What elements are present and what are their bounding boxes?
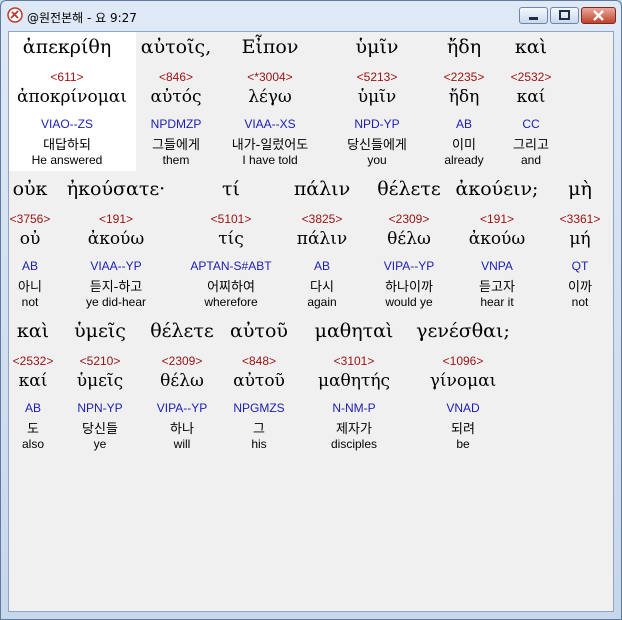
- word-english: would ye: [385, 295, 433, 309]
- close-button[interactable]: [581, 7, 616, 24]
- word-english: you: [367, 153, 387, 167]
- minimize-icon: [529, 17, 538, 20]
- word-korean: 되려: [451, 422, 475, 437]
- word-morph: VIAO--ZS: [40, 117, 93, 131]
- word-morph: VIAA--YP: [90, 259, 142, 273]
- word-strong: <*3004>: [247, 70, 293, 84]
- word-korean: 다시: [310, 280, 334, 295]
- word-lemma: αὐτός: [150, 87, 202, 107]
- app-window: @원전본해 - 요 9:27 ἀπεκρίθη <611> ἀποκρίνομαι V…: [0, 0, 622, 620]
- word-strong: <191>: [98, 212, 134, 226]
- word-strong: <5213>: [356, 70, 398, 84]
- word-greek: αὐτοῖς,: [140, 36, 212, 58]
- word-morph: VIAA--XS: [244, 117, 296, 131]
- word-greek: γενέσθαι;: [416, 320, 510, 342]
- word-strong: <3101>: [333, 354, 375, 368]
- word-korean: 이까: [568, 280, 592, 295]
- word-strong: <848>: [241, 354, 277, 368]
- word-greek: ὑμῖν: [355, 36, 399, 58]
- word-greek: Εἶπον: [241, 36, 299, 58]
- word-strong: <846>: [158, 70, 194, 84]
- word-english: ye did-hear: [85, 295, 147, 309]
- word-korean: 그리고: [513, 138, 549, 153]
- word-english: He answered: [31, 153, 103, 167]
- word-strong: <611>: [50, 70, 84, 84]
- word-korean: 내가-일렀어도: [231, 138, 309, 153]
- word-strong: <1096>: [442, 354, 484, 368]
- word-english: not: [571, 295, 589, 309]
- word-greek: ἠκούσατε·: [66, 178, 166, 200]
- word-lemma: τίς: [218, 229, 244, 249]
- word-morph: VIPA--YP: [383, 259, 435, 273]
- word-lemma: αὐτοῦ: [233, 371, 285, 391]
- word-greek: θέλετε: [377, 178, 441, 200]
- word-lemma: πάλιν: [296, 229, 348, 249]
- word-korean: 어찌하여: [207, 280, 255, 295]
- word-korean: 대답하되: [43, 138, 91, 153]
- word-english: I have told: [242, 153, 298, 167]
- interlinear-view[interactable]: ἀπεκρίθη <611> ἀποκρίνομαι VIAO--ZS 대답하되 He a…: [8, 31, 614, 612]
- word-lemma: θέλω: [387, 229, 431, 249]
- word-greek: καὶ: [514, 36, 548, 58]
- word-korean: 당신들에게: [347, 138, 407, 153]
- word-greek: μαθηταὶ: [314, 320, 394, 342]
- word-morph: NPD-YP: [354, 117, 400, 131]
- word-korean: 듣지-하고: [89, 280, 143, 295]
- word-morph: VNAD: [446, 401, 480, 415]
- close-icon: [593, 10, 604, 21]
- word-morph: NPDMZP: [150, 117, 202, 131]
- word-english: again: [307, 295, 337, 309]
- word-lemma: ὑμῖν: [357, 87, 397, 107]
- word-greek: τί: [222, 178, 240, 200]
- word-lemma: μή: [569, 229, 591, 249]
- minimize-button[interactable]: [519, 7, 548, 24]
- word-greek: ἀπεκρίθη: [22, 36, 112, 58]
- word-lemma: μαθητής: [317, 371, 391, 391]
- word-lemma: ἀποκρίνομαι: [17, 87, 127, 107]
- word-lemma: γίνομαι: [429, 371, 497, 391]
- word-lemma: λέγω: [248, 87, 292, 107]
- word-korean: 그들에게: [152, 138, 200, 153]
- word-strong: <3825>: [301, 212, 343, 226]
- word-greek: μὴ: [568, 178, 592, 200]
- word-strong: <3361>: [559, 212, 601, 226]
- maximize-button[interactable]: [550, 7, 579, 24]
- word-english: his: [251, 437, 267, 451]
- word-strong: <2532>: [510, 70, 552, 84]
- word-english: them: [162, 153, 190, 167]
- word-english: wherefore: [204, 295, 258, 309]
- maximize-icon: [559, 10, 570, 20]
- word-korean: 제자가: [336, 422, 372, 437]
- word-korean: 하나이까: [385, 280, 433, 295]
- title-bar[interactable]: @원전본해 - 요 9:27: [1, 1, 621, 31]
- word-greek: πάλιν: [293, 178, 351, 200]
- word-strong: <2309>: [388, 212, 430, 226]
- word-korean: 그: [253, 422, 265, 437]
- word-morph: APTAN-S#ABT: [190, 259, 272, 273]
- word-morph: CC: [522, 117, 540, 131]
- word-greek: αὐτοῦ: [230, 320, 288, 342]
- word-morph: QT: [571, 259, 589, 273]
- app-icon: [7, 7, 23, 23]
- word-english: disciples: [330, 437, 378, 451]
- word-lemma: καί: [516, 87, 546, 107]
- word-morph: NPGMZS: [233, 401, 285, 415]
- word-strong: <5101>: [210, 212, 252, 226]
- word-lemma: ἀκούω: [87, 229, 145, 249]
- word-morph: N-NM-P: [332, 401, 376, 415]
- word-english: and: [520, 153, 542, 167]
- word-morph: AB: [313, 259, 330, 273]
- window-title: @원전본해 - 요 9:27: [27, 11, 137, 25]
- word-english: be: [456, 437, 470, 451]
